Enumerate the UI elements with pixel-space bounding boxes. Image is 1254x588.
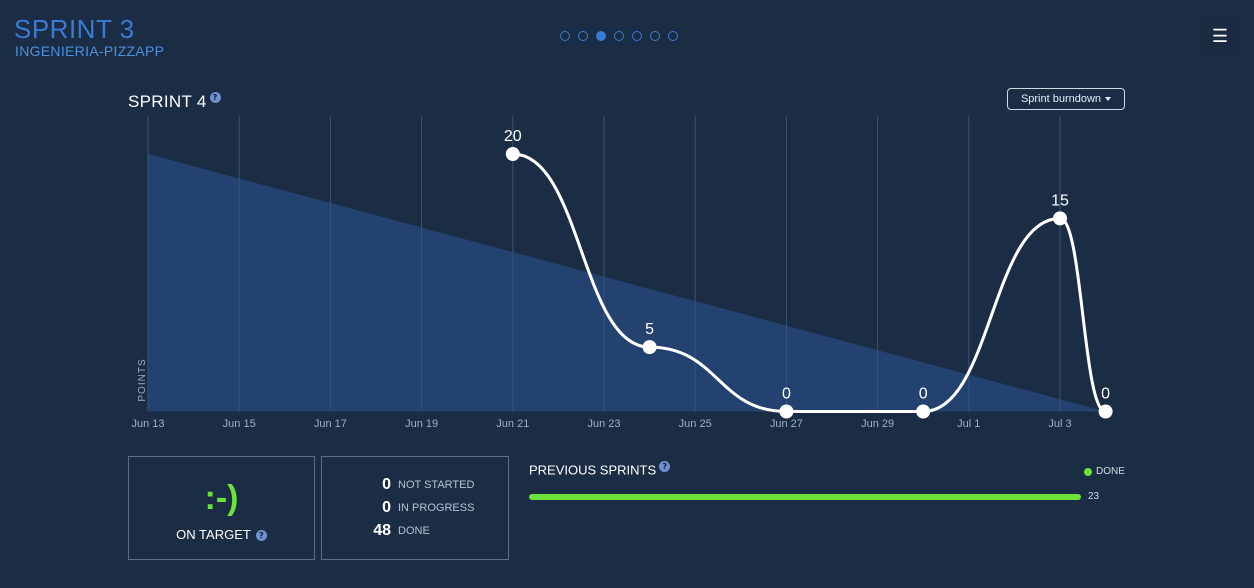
x-tick-label: Jun 19 [405,418,438,430]
count-label: NOT STARTED [398,479,475,491]
count-row-not-started: 0 NOT STARTED [322,476,508,496]
previous-sprint-value: 23 [1088,491,1100,502]
data-point [1098,404,1113,419]
x-tick-label: Jun 21 [496,418,529,430]
previous-sprints-title: PREVIOUS SPRINTS? [529,461,671,478]
ideal-burndown-area [148,154,1106,412]
count-label: DONE [398,525,430,537]
status-label-text: ON TARGET [176,527,251,542]
x-tick-label: Jun 23 [587,418,620,430]
x-tick-label: Jun 13 [131,418,164,430]
data-point [642,340,657,355]
x-tick-label: Jul 3 [1048,418,1071,430]
previous-sprints-title-text: PREVIOUS SPRINTS [529,462,657,478]
count-label: IN PROGRESS [398,502,475,514]
help-icon[interactable]: ? [255,530,267,542]
legend-label: DONE [1096,466,1125,477]
y-axis-label: POINTS [137,358,148,401]
previous-sprint-bar-fill [529,494,1081,500]
data-label: 0 [919,386,928,403]
status-label: ON TARGET? [129,527,314,542]
count-row-in-progress: 0 IN PROGRESS [322,499,508,519]
status-panel: :-) ON TARGET? [128,456,315,560]
x-tick-label: Jun 15 [223,418,256,430]
data-point [1053,211,1067,226]
count-value: 0 [382,499,391,516]
data-point [779,404,794,419]
previous-sprint-bar[interactable] [529,494,1081,500]
issue-counts-panel: 0 NOT STARTED 0 IN PROGRESS 48 DONE [321,456,509,560]
x-tick-label: Jul 1 [957,418,980,430]
data-point [916,404,931,419]
count-value: 0 [382,476,391,493]
legend-dot [1084,467,1092,476]
x-tick-label: Jun 27 [770,418,803,430]
x-tick-label: Jun 25 [679,418,712,430]
smiley-icon: :-) [204,479,239,517]
legend-done: DONE [1084,466,1125,477]
data-label: 5 [645,321,654,338]
count-value: 48 [373,522,391,539]
x-tick-label: Jun 17 [314,418,347,430]
data-label: 0 [1101,386,1110,403]
help-icon[interactable]: ? [659,461,671,472]
data-label: 15 [1051,192,1069,209]
data-point [505,147,520,161]
count-row-done: 48 DONE [322,522,508,542]
x-tick-label: Jun 29 [861,418,894,430]
data-label: 0 [782,386,791,403]
data-label: 20 [504,128,522,145]
